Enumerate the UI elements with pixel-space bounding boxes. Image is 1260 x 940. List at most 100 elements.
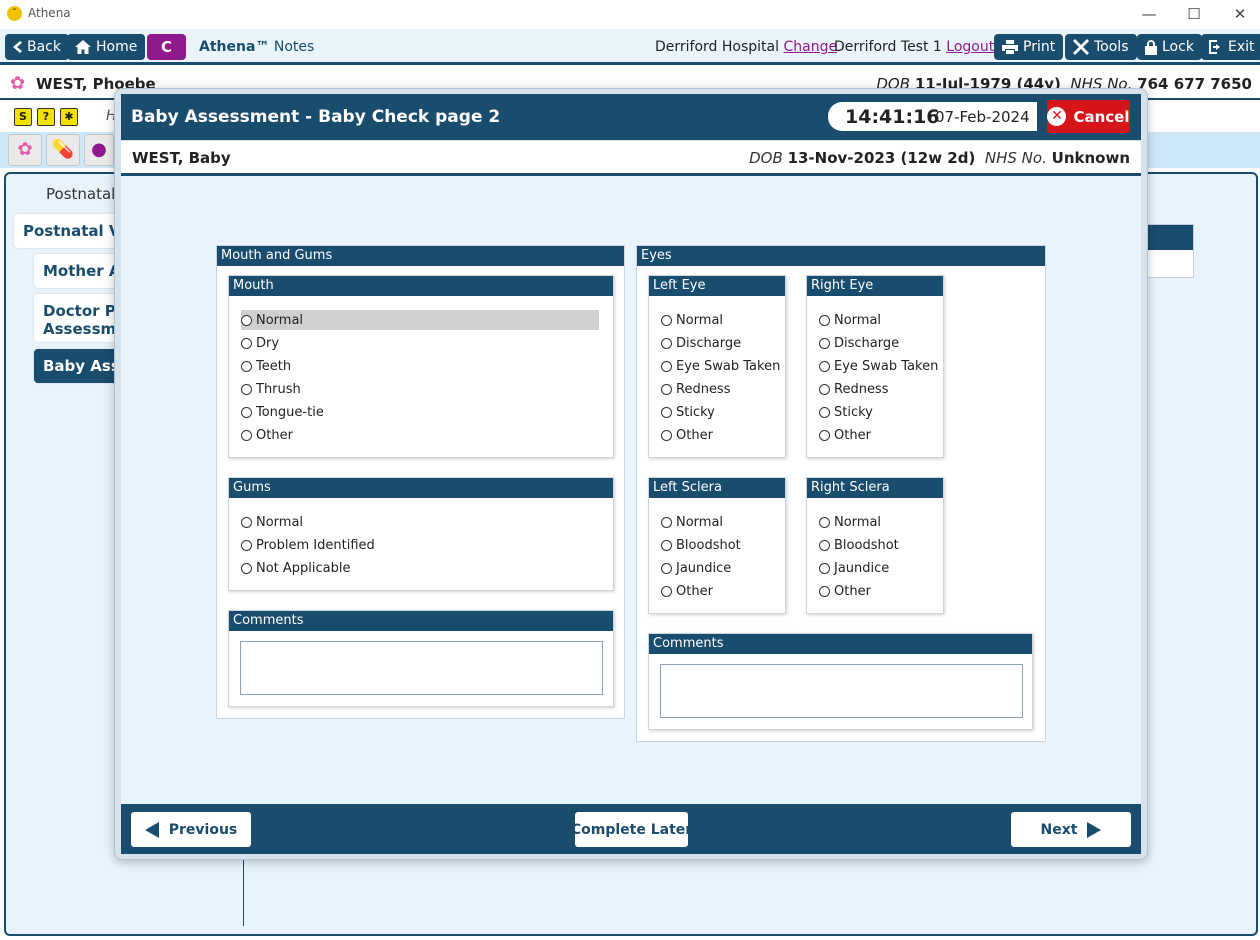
home-label: Home [96, 39, 138, 55]
close-circle-icon: ✕ [1047, 107, 1067, 126]
left-sclera-bloodshot-radio[interactable]: Bloodshot [661, 535, 741, 555]
option-label: Not Applicable [256, 560, 351, 576]
left-sclera-other-radio[interactable]: Other [661, 581, 713, 601]
close-window-button[interactable]: ✕ [1226, 3, 1254, 25]
right-sclera-header: Right Sclera [807, 478, 943, 498]
cancel-button[interactable]: ✕ Cancel [1047, 100, 1130, 133]
radio-icon [661, 383, 672, 395]
datetime-box[interactable]: 14:41:16 07-Feb-2024 [828, 102, 1037, 131]
right-eye-redness-radio[interactable]: Redness [819, 379, 888, 399]
gums-problem-identified-radio[interactable]: Problem Identified [241, 535, 375, 555]
right-sclera-bloodshot-radio[interactable]: Bloodshot [819, 535, 899, 555]
eyes-comments-textarea[interactable] [660, 664, 1023, 718]
option-label: Discharge [834, 335, 900, 351]
hospital-name: Derriford Hospital [655, 39, 780, 55]
radio-icon [241, 516, 252, 528]
brand-name: Athena™ [199, 39, 270, 55]
right-eye-header: Right Eye [807, 276, 943, 296]
right-eye-sticky-radio[interactable]: Sticky [819, 402, 873, 422]
right-eye-swab-taken-radio[interactable]: Eye Swab Taken [819, 356, 938, 376]
radio-icon [661, 539, 672, 551]
radio-icon [241, 539, 252, 551]
tools-button[interactable]: Tools [1065, 34, 1137, 60]
option-label: Normal [676, 514, 724, 530]
next-button[interactable]: Next [1011, 812, 1131, 847]
gums-normal-radio[interactable]: Normal [241, 512, 303, 532]
right-sclera-other-radio[interactable]: Other [819, 581, 871, 601]
right-sclera-normal-radio[interactable]: Normal [819, 512, 881, 532]
maximize-button[interactable]: ☐ [1180, 3, 1208, 25]
option-label: Normal [834, 312, 882, 328]
home-button[interactable]: Home [67, 34, 146, 60]
back-button[interactable]: Back [5, 34, 69, 60]
radio-icon [661, 406, 672, 418]
medication-icon[interactable]: 💊 [46, 134, 80, 166]
option-label: Normal [256, 312, 304, 328]
lock-button[interactable]: Lock [1137, 34, 1202, 60]
gums-not-applicable-radio[interactable]: Not Applicable [241, 558, 351, 578]
left-sclera-normal-radio[interactable]: Normal [661, 512, 723, 532]
left-eye-normal-radio[interactable]: Normal [661, 310, 723, 330]
mouth-gums-header: Mouth and Gums [217, 246, 624, 266]
athena-logo-icon: ˇ [7, 6, 22, 21]
mouth-teeth-radio[interactable]: Teeth [241, 356, 291, 376]
mouth-other-radio[interactable]: Other [241, 425, 293, 445]
option-label: Sticky [676, 404, 715, 420]
mouth-tongue-tie-radio[interactable]: Tongue-tie [241, 402, 324, 422]
flower-tool-icon[interactable]: ✿ [8, 134, 42, 166]
mouth-dry-radio[interactable]: Dry [241, 333, 279, 353]
safeguarding-icon[interactable]: S [14, 108, 32, 126]
left-sclera-jaundice-radio[interactable]: Jaundice [661, 558, 731, 578]
previous-button[interactable]: Previous [131, 812, 251, 847]
question-icon[interactable]: ? [37, 108, 55, 126]
background-table-stub [1145, 224, 1194, 278]
modal-title: Baby Assessment - Baby Check page 2 [131, 107, 501, 127]
option-label: Eye Swab Taken [676, 358, 781, 374]
virus-icon[interactable]: ✱ [60, 108, 78, 126]
exit-icon [1209, 40, 1220, 54]
mouth-comments-textarea[interactable] [240, 641, 603, 695]
exit-label: Exit [1228, 39, 1255, 55]
previous-label: Previous [168, 821, 238, 838]
right-eye-discharge-radio[interactable]: Discharge [819, 333, 899, 353]
exit-button[interactable]: Exit [1201, 34, 1260, 60]
left-eye-redness-radio[interactable]: Redness [661, 379, 730, 399]
mouth-comments-group: Comments [228, 610, 614, 707]
print-button[interactable]: Print [994, 34, 1064, 60]
baby-tool-icon[interactable]: ● [84, 134, 114, 166]
timeline-line [243, 850, 244, 926]
option-label: Other [676, 427, 713, 443]
option-label: Other [256, 427, 293, 443]
c-button[interactable]: C [147, 34, 186, 60]
radio-icon [241, 360, 252, 372]
mouth-group: Mouth Normal Dry Teeth Thrush Tongue-tie… [228, 275, 614, 458]
mouth-thrush-radio[interactable]: Thrush [241, 379, 301, 399]
left-sclera-group: Left Sclera Normal Bloodshot Jaundice Ot… [648, 477, 786, 614]
left-eye-swab-taken-radio[interactable]: Eye Swab Taken [661, 356, 780, 376]
right-sclera-jaundice-radio[interactable]: Jaundice [819, 558, 889, 578]
option-label: Other [834, 583, 871, 599]
option-label: Teeth [256, 358, 292, 374]
arrow-left-icon [144, 821, 159, 838]
option-label: Discharge [676, 335, 742, 351]
radio-icon [819, 383, 830, 395]
right-eye-normal-radio[interactable]: Normal [819, 310, 881, 330]
minimize-button[interactable]: — [1135, 3, 1163, 25]
option-label: Redness [676, 381, 731, 397]
mouth-header: Mouth [229, 276, 613, 296]
complete-later-button[interactable]: Complete Later [571, 812, 692, 847]
next-label: Next [1040, 821, 1078, 838]
printer-icon [1002, 40, 1018, 54]
left-eye-discharge-radio[interactable]: Discharge [661, 333, 741, 353]
right-eye-other-radio[interactable]: Other [819, 425, 871, 445]
radio-icon [241, 337, 252, 349]
left-eye-sticky-radio[interactable]: Sticky [661, 402, 715, 422]
left-eye-other-radio[interactable]: Other [661, 425, 713, 445]
radio-icon [819, 539, 830, 551]
logout-link[interactable]: Logout [946, 39, 994, 55]
change-hospital-link[interactable]: Change [783, 39, 837, 55]
baby-banner: WEST, Baby DOB 13-Nov-2023 (12w 2d) NHS … [121, 141, 1141, 176]
radio-icon [819, 429, 830, 441]
option-label: Other [676, 583, 713, 599]
mouth-normal-radio[interactable]: Normal [241, 310, 599, 330]
